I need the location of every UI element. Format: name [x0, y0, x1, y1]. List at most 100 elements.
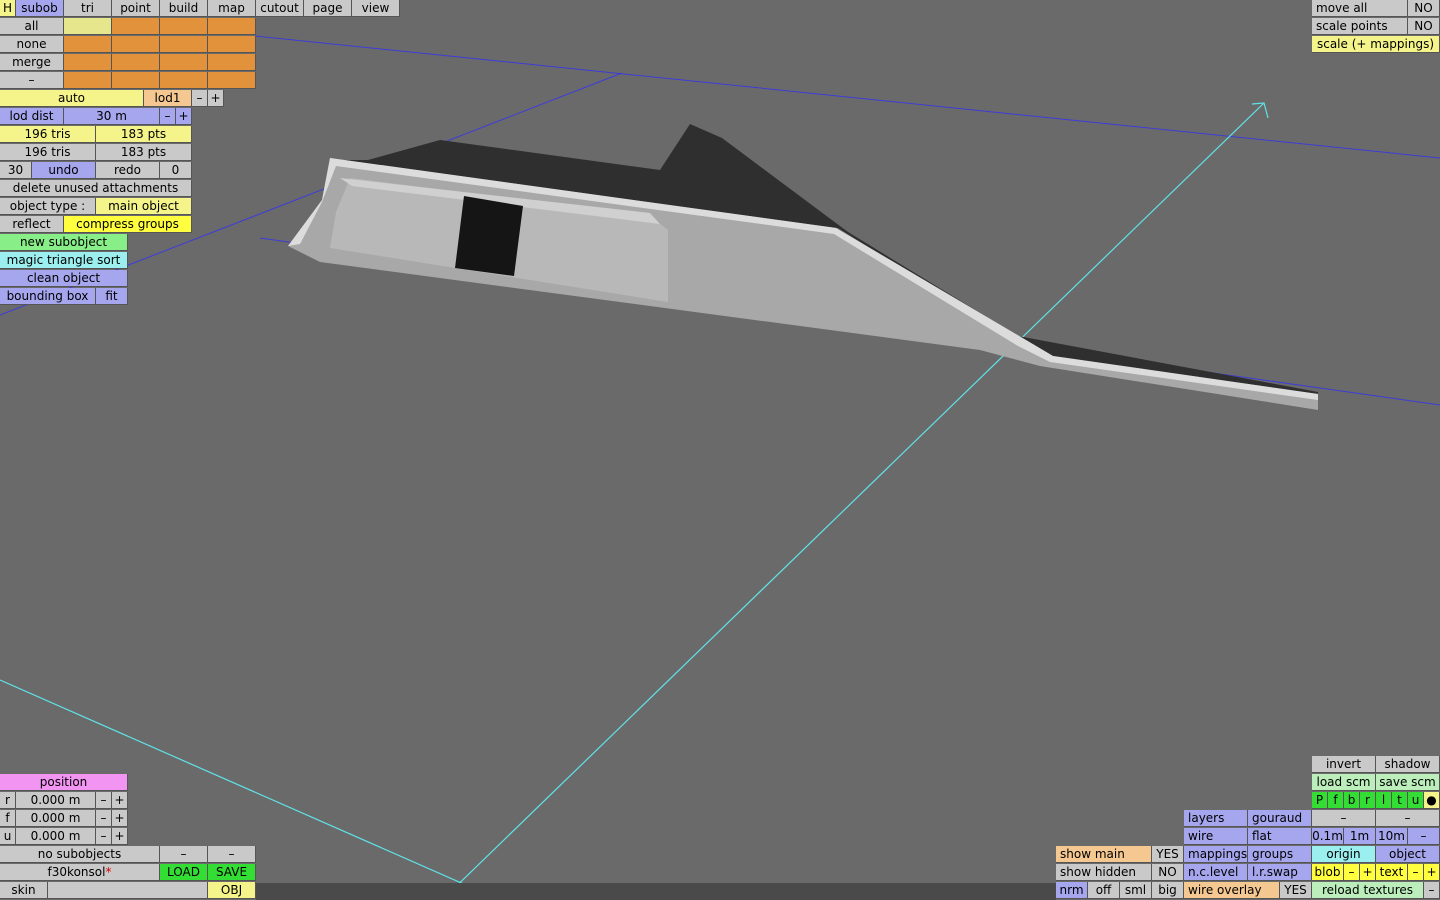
channel-t[interactable]: t [1392, 792, 1408, 809]
position-u-plus[interactable]: + [112, 828, 128, 845]
bounding-box-button[interactable]: bounding box [0, 288, 96, 305]
tab-page[interactable]: page [304, 0, 352, 17]
lr-swap-button[interactable]: l.r.swap [1248, 864, 1312, 881]
subobject-slot[interactable] [112, 54, 160, 71]
scale-points-label[interactable]: scale points [1312, 18, 1408, 35]
position-r-value[interactable]: 0.000 m [16, 792, 96, 809]
blob-button[interactable]: blob [1312, 864, 1344, 881]
nc-level-button[interactable]: n.c.level [1184, 864, 1248, 881]
obj-button[interactable]: OBJ [208, 882, 256, 899]
grid-0-1m-button[interactable]: 0.1m [1312, 828, 1344, 845]
move-all-toggle[interactable]: NO [1408, 0, 1440, 17]
lod-dist-plus-button[interactable]: + [176, 108, 192, 125]
3d-viewport[interactable] [0, 0, 1440, 900]
reload-textures-button[interactable]: reload textures [1312, 882, 1424, 899]
mappings-button[interactable]: mappings [1184, 846, 1248, 863]
delete-unused-button[interactable]: delete unused attachments [0, 180, 192, 197]
save-scm-button[interactable]: save scm [1376, 774, 1440, 791]
position-u-minus[interactable]: – [96, 828, 112, 845]
reflect-button[interactable]: reflect [0, 216, 64, 233]
subobject-slot[interactable] [208, 18, 256, 35]
channel-r[interactable]: r [1360, 792, 1376, 809]
gouraud-button[interactable]: gouraud [1248, 810, 1312, 827]
channel-l[interactable]: l [1376, 792, 1392, 809]
new-subobject-button[interactable]: new subobject [0, 234, 128, 251]
subobject-slot[interactable] [208, 72, 256, 89]
groups-button[interactable]: groups [1248, 846, 1312, 863]
grid-10m-button[interactable]: 10m [1376, 828, 1408, 845]
show-main-label[interactable]: show main [1056, 846, 1152, 863]
lod-level-button[interactable]: lod1 [144, 90, 192, 107]
blob-plus-button[interactable]: + [1360, 864, 1376, 881]
clean-object-button[interactable]: clean object [0, 270, 128, 287]
text-minus-button[interactable]: – [1408, 864, 1424, 881]
subobject-slot[interactable] [160, 72, 208, 89]
dot-icon[interactable]: ● [1424, 792, 1440, 809]
dash-button[interactable]: – [0, 72, 64, 89]
blob-minus-button[interactable]: – [1344, 864, 1360, 881]
subobject-slot[interactable] [208, 36, 256, 53]
wire-overlay-toggle[interactable]: YES [1280, 882, 1312, 899]
position-r-plus[interactable]: + [112, 792, 128, 809]
position-f-minus[interactable]: – [96, 810, 112, 827]
select-all-button[interactable]: all [0, 18, 64, 35]
scale-mappings-button[interactable]: scale (+ mappings) [1312, 36, 1440, 53]
tab-subob[interactable]: subob [16, 0, 64, 17]
subobject-slot[interactable] [112, 72, 160, 89]
shadow-button[interactable]: shadow [1376, 756, 1440, 773]
text-plus-button[interactable]: + [1424, 864, 1440, 881]
magic-triangle-sort-button[interactable]: magic triangle sort [0, 252, 128, 269]
off-button[interactable]: off [1088, 882, 1120, 899]
channel-b[interactable]: b [1344, 792, 1360, 809]
filename-field[interactable]: f30konsol* [0, 864, 160, 881]
nrm-button[interactable]: nrm [1056, 882, 1088, 899]
subobject-slot[interactable] [160, 54, 208, 71]
tab-cutout[interactable]: cutout [256, 0, 304, 17]
subobject-slot[interactable] [112, 36, 160, 53]
tab-view[interactable]: view [352, 0, 400, 17]
subobject-slot[interactable] [208, 54, 256, 71]
tab-point[interactable]: point [112, 0, 160, 17]
position-r-minus[interactable]: – [96, 792, 112, 809]
lod-dist-minus-button[interactable]: – [160, 108, 176, 125]
dash-button[interactable]: – [1376, 810, 1440, 827]
load-scm-button[interactable]: load scm [1312, 774, 1376, 791]
lod-auto-button[interactable]: auto [0, 90, 144, 107]
subobject-slot[interactable] [64, 36, 112, 53]
redo-button[interactable]: redo [96, 162, 160, 179]
tab-build[interactable]: build [160, 0, 208, 17]
origin-button[interactable]: origin [1312, 846, 1376, 863]
dash-button[interactable]: – [1424, 882, 1440, 899]
tab-map[interactable]: map [208, 0, 256, 17]
subobject-slot[interactable] [112, 18, 160, 35]
move-all-label[interactable]: move all [1312, 0, 1408, 17]
lod-plus-button[interactable]: + [208, 90, 224, 107]
fit-button[interactable]: fit [96, 288, 128, 305]
tab-h[interactable]: H [0, 0, 16, 17]
lod-dist-value[interactable]: 30 m [64, 108, 160, 125]
lod-minus-button[interactable]: – [192, 90, 208, 107]
flat-button[interactable]: flat [1248, 828, 1312, 845]
position-u-value[interactable]: 0.000 m [16, 828, 96, 845]
object-button[interactable]: object [1376, 846, 1440, 863]
show-hidden-label[interactable]: show hidden [1056, 864, 1152, 881]
position-f-plus[interactable]: + [112, 810, 128, 827]
save-button[interactable]: SAVE [208, 864, 256, 881]
merge-button[interactable]: merge [0, 54, 64, 71]
show-hidden-toggle[interactable]: NO [1152, 864, 1184, 881]
layers-button[interactable]: layers [1184, 810, 1248, 827]
subobject-prev-button[interactable]: – [160, 846, 208, 863]
sml-button[interactable]: sml [1120, 882, 1152, 899]
subobject-slot[interactable] [64, 72, 112, 89]
subobject-slot[interactable] [160, 18, 208, 35]
load-button[interactable]: LOAD [160, 864, 208, 881]
object-type-value[interactable]: main object [96, 198, 192, 215]
subobject-slot[interactable] [64, 54, 112, 71]
channel-u[interactable]: u [1408, 792, 1424, 809]
show-main-toggle[interactable]: YES [1152, 846, 1184, 863]
grid-1m-button[interactable]: 1m [1344, 828, 1376, 845]
skin-field[interactable] [48, 882, 208, 899]
subobject-next-button[interactable]: – [208, 846, 256, 863]
undo-button[interactable]: undo [32, 162, 96, 179]
wire-button[interactable]: wire [1184, 828, 1248, 845]
